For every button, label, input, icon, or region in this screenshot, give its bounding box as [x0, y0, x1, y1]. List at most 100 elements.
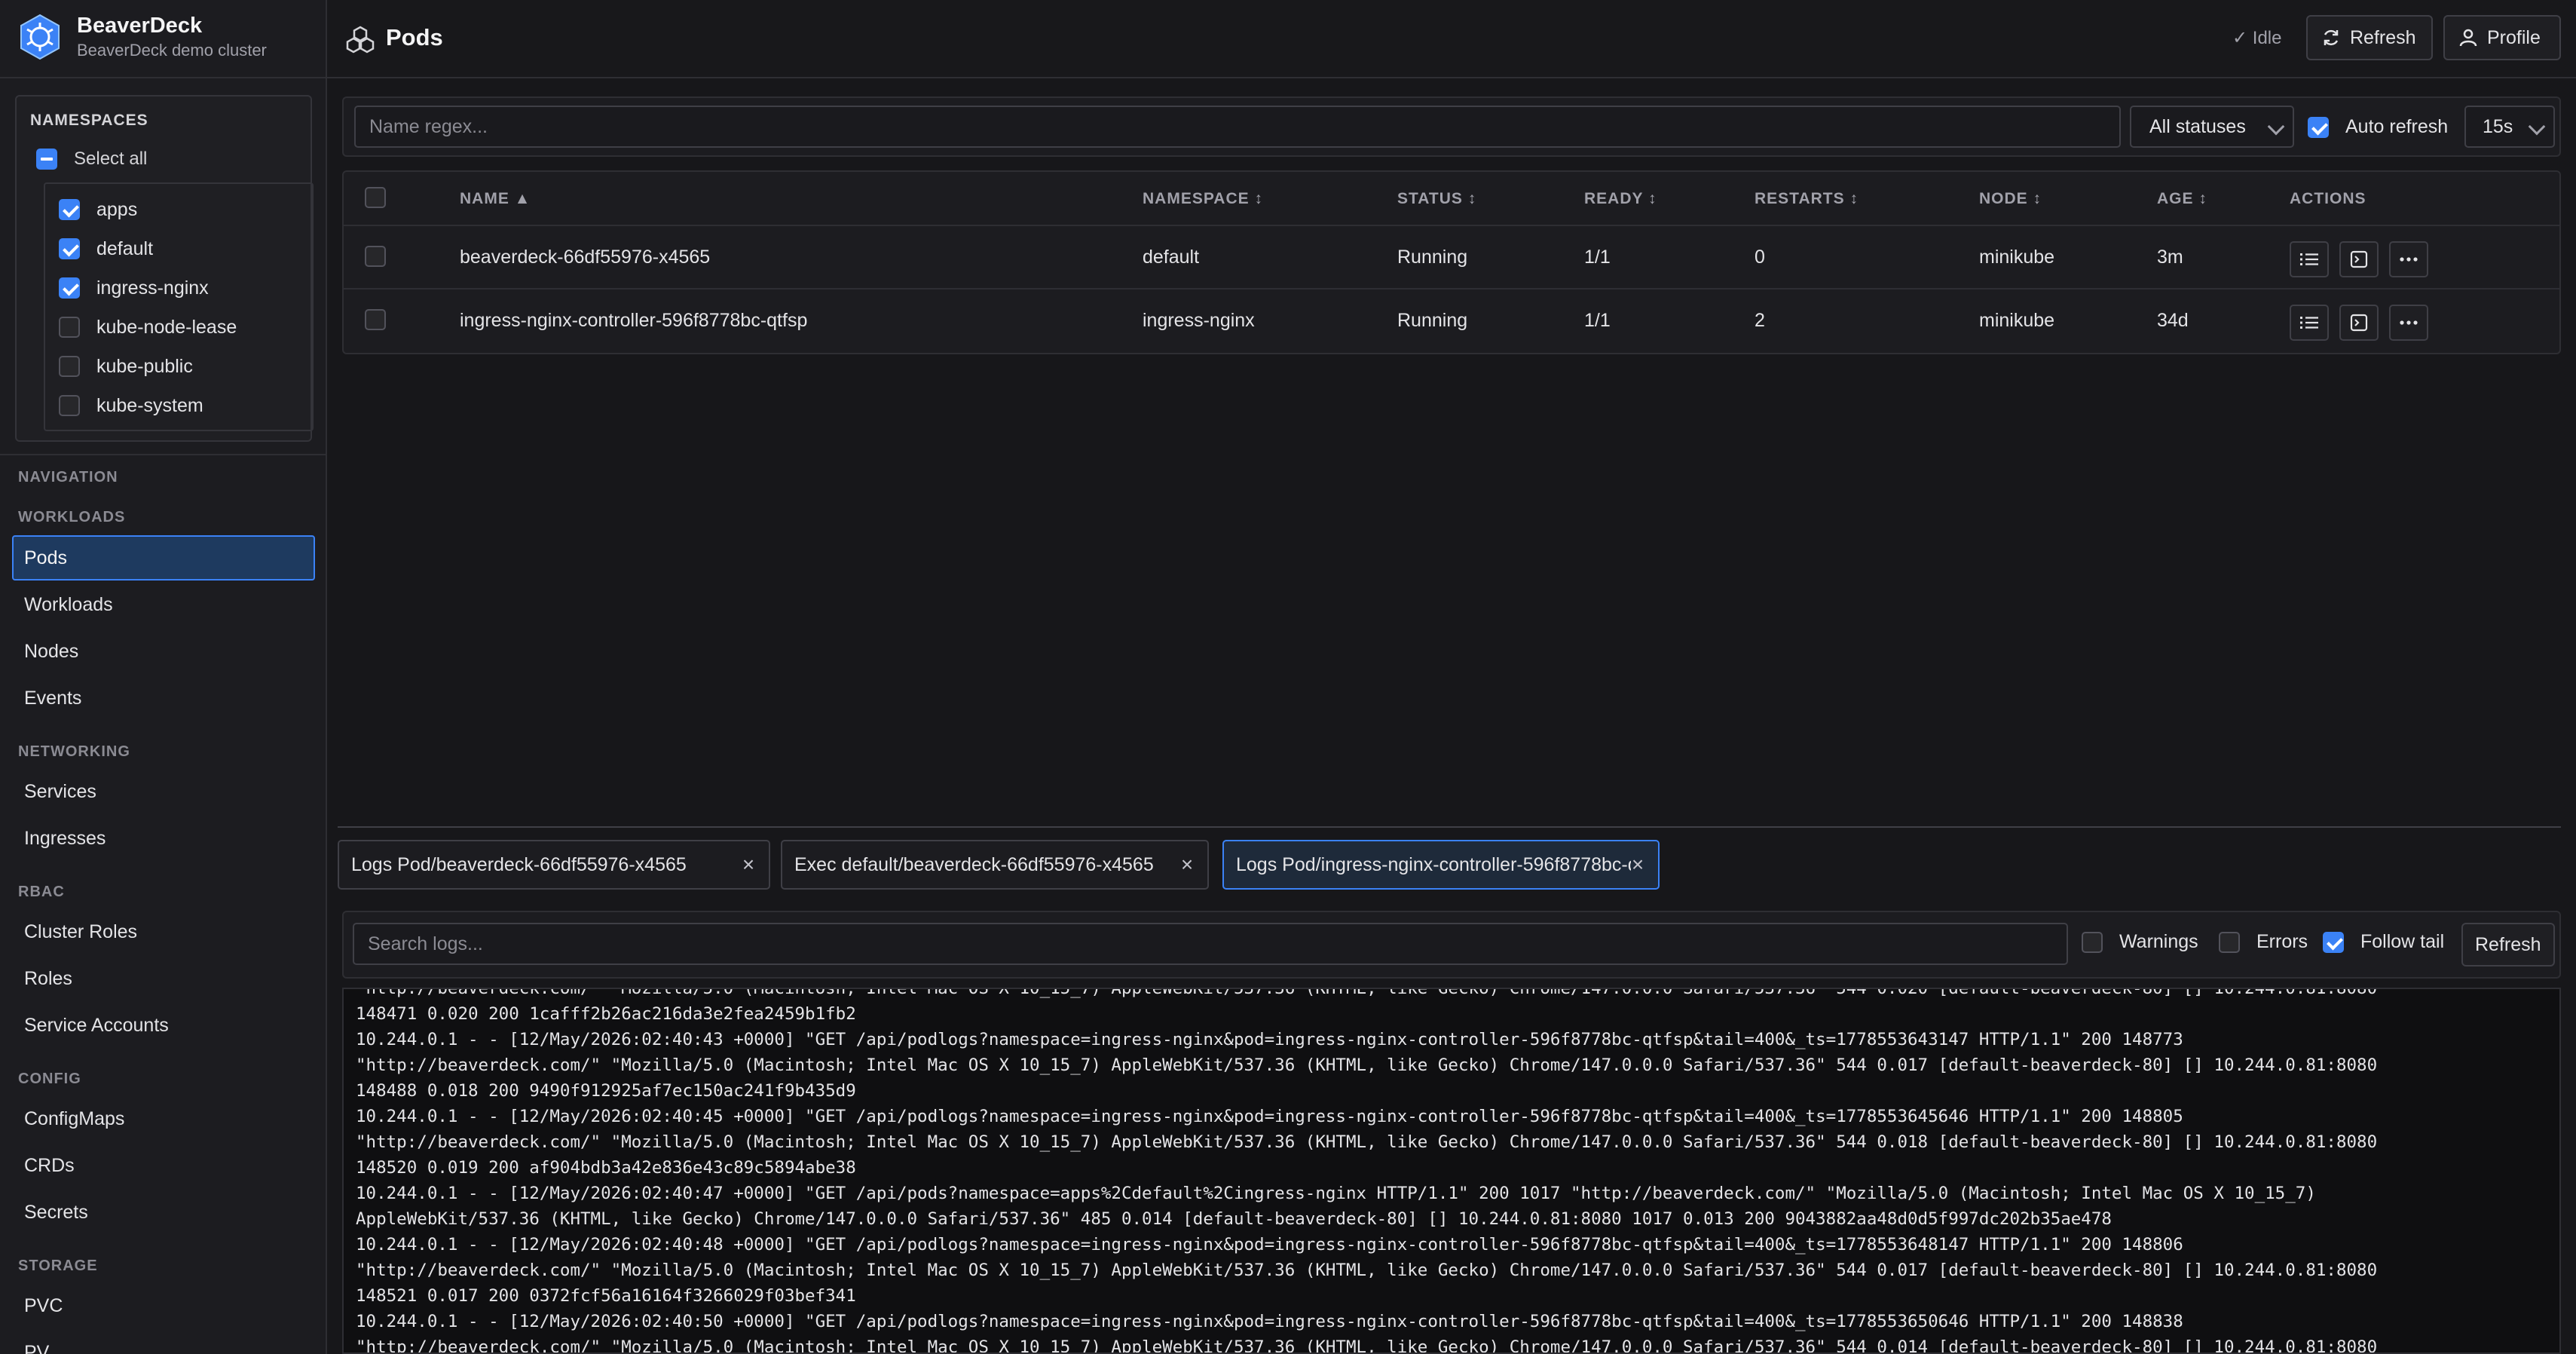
refresh-interval-select[interactable]: 15s	[2464, 106, 2555, 148]
row-checkbox[interactable]	[365, 309, 386, 330]
sidebar-item-nodes[interactable]: Nodes	[24, 641, 78, 663]
brand-name: BeaverDeck	[77, 14, 203, 38]
pod-filter-bar: All statuses Auto refresh 15s	[342, 96, 2561, 157]
namespace-label: kube-node-lease	[96, 316, 237, 338]
sidebar-item-secrets[interactable]: Secrets	[24, 1202, 88, 1224]
column-status[interactable]: STATUS ↕	[1397, 190, 1476, 208]
refresh-logs-button[interactable]: Refresh	[2461, 923, 2555, 966]
namespace-item-default[interactable]: default	[59, 234, 153, 264]
profile-button[interactable]: Profile	[2443, 15, 2561, 60]
namespace-item-kube-node-lease[interactable]: kube-node-lease	[59, 312, 237, 342]
warnings-checkbox[interactable]	[2082, 931, 2103, 953]
sidebar-item-pvc[interactable]: PVC	[24, 1295, 63, 1317]
nav-section-workloads: WORKLOADS	[18, 509, 126, 525]
follow-tail-checkbox[interactable]	[2323, 931, 2344, 953]
sidebar-item-crds[interactable]: CRDs	[24, 1155, 75, 1177]
terminal-icon	[2350, 314, 2368, 332]
panel-resize-handle[interactable]	[338, 826, 2561, 828]
namespace-checkbox[interactable]	[59, 277, 80, 299]
namespace-item-kube-public[interactable]: kube-public	[59, 351, 193, 381]
errors-filter[interactable]: Errors	[2219, 931, 2308, 953]
errors-checkbox[interactable]	[2219, 931, 2240, 953]
sidebar-item-services[interactable]: Services	[24, 781, 96, 803]
log-line: "http://beaverdeck.com/" "Mozilla/5.0 (M…	[356, 988, 2378, 998]
column-ready[interactable]: READY ↕	[1584, 190, 1657, 208]
table-row[interactable]: beaverdeck-66df55976-x4565 default Runni…	[344, 226, 2559, 289]
exec-button[interactable]	[2339, 241, 2379, 277]
pod-namespace: default	[1143, 247, 1200, 268]
namespace-item-kube-system[interactable]: kube-system	[59, 391, 203, 421]
namespace-label: kube-public	[96, 355, 193, 377]
logs-button[interactable]	[2290, 241, 2329, 277]
namespace-item-ingress-nginx[interactable]: ingress-nginx	[59, 273, 209, 303]
namespace-label: ingress-nginx	[96, 277, 209, 299]
namespace-filter: NAMESPACES Select all apps default ingre…	[15, 95, 314, 442]
sidebar-item-events[interactable]: Events	[24, 688, 81, 709]
namespace-checkbox[interactable]	[59, 238, 80, 259]
follow-tail-toggle[interactable]: Follow tail	[2323, 931, 2444, 953]
namespace-checkbox[interactable]	[59, 199, 80, 220]
column-node[interactable]: NODE ↕	[1979, 190, 2042, 208]
select-all-rows-checkbox[interactable]	[365, 187, 386, 208]
auto-refresh-toggle[interactable]: Auto refresh	[2308, 116, 2448, 138]
more-actions-button[interactable]	[2389, 241, 2428, 277]
refresh-icon	[2324, 29, 2339, 46]
table-header: NAME ▲ NAMESPACE ↕ STATUS ↕ READY ↕ REST…	[344, 172, 2559, 226]
row-checkbox[interactable]	[365, 246, 386, 267]
pod-name[interactable]: ingress-nginx-controller-596f8778bc-qtfs…	[460, 310, 807, 332]
nav-section-storage: STORAGE	[18, 1258, 98, 1274]
status-select[interactable]: All statuses	[2130, 106, 2294, 148]
sidebar-item-workloads[interactable]: Workloads	[24, 594, 113, 616]
sidebar-item-ingresses[interactable]: Ingresses	[24, 828, 106, 850]
sidebar-item-configmaps[interactable]: ConfigMaps	[24, 1108, 124, 1130]
tab-exec-beaverdeck[interactable]: Exec default/beaverdeck-66df55976-x4565 …	[781, 840, 1209, 890]
tab-logs-ingress-nginx[interactable]: Logs Pod/ingress-nginx-controller-596f87…	[1222, 840, 1660, 890]
tab-label: Exec default/beaverdeck-66df55976-x4565	[794, 853, 1154, 875]
divider	[0, 454, 326, 455]
follow-tail-label: Follow tail	[2360, 931, 2445, 952]
refresh-button[interactable]: Refresh	[2306, 15, 2433, 60]
sidebar-item-pods[interactable]: Pods	[12, 535, 315, 581]
select-all-checkbox[interactable]	[36, 149, 57, 170]
sidebar-item-pv[interactable]: PV	[24, 1342, 49, 1354]
namespace-checkbox[interactable]	[59, 317, 80, 338]
pod-restarts: 2	[1755, 310, 1765, 331]
close-icon[interactable]: ×	[1626, 853, 1649, 876]
warnings-filter[interactable]: Warnings	[2082, 931, 2198, 953]
log-line: 10.244.0.1 - - [12/May/2026:02:40:48 +00…	[356, 1235, 2183, 1254]
pod-name[interactable]: beaverdeck-66df55976-x4565	[460, 247, 710, 268]
pod-status: Running	[1397, 310, 1468, 331]
pods-icon	[346, 26, 375, 54]
column-name[interactable]: NAME ▲	[460, 190, 531, 208]
pod-status: Running	[1397, 247, 1468, 268]
namespaces-title: NAMESPACES	[30, 112, 148, 129]
column-namespace[interactable]: NAMESPACE ↕	[1143, 190, 1263, 208]
column-age[interactable]: AGE ↕	[2157, 190, 2207, 208]
list-icon	[2300, 317, 2318, 329]
column-restarts[interactable]: RESTARTS ↕	[1755, 190, 1859, 208]
table-row[interactable]: ingress-nginx-controller-596f8778bc-qtfs…	[344, 289, 2559, 353]
more-actions-button[interactable]	[2389, 305, 2428, 341]
namespace-item-apps[interactable]: apps	[59, 195, 137, 225]
nav-section-config: CONFIG	[18, 1071, 81, 1087]
exec-button[interactable]	[2339, 305, 2379, 341]
namespace-label: kube-system	[96, 394, 203, 416]
namespace-checkbox[interactable]	[59, 395, 80, 416]
name-regex-input[interactable]	[354, 106, 2121, 148]
log-line: 10.244.0.1 - - [12/May/2026:02:40:45 +00…	[356, 1107, 2183, 1126]
pod-restarts: 0	[1755, 247, 1765, 268]
search-logs-input[interactable]	[353, 923, 2068, 965]
log-output[interactable]: "http://beaverdeck.com/" "Mozilla/5.0 (M…	[342, 988, 2561, 1354]
auto-refresh-checkbox[interactable]	[2308, 116, 2329, 138]
close-icon[interactable]: ×	[737, 853, 760, 876]
sidebar-item-service-accounts[interactable]: Service Accounts	[24, 1015, 169, 1037]
log-line: "http://beaverdeck.com/" "Mozilla/5.0 (M…	[356, 1337, 2378, 1354]
close-icon[interactable]: ×	[1176, 853, 1198, 876]
logs-button[interactable]	[2290, 305, 2329, 341]
sidebar-item-cluster-roles[interactable]: Cluster Roles	[24, 921, 137, 943]
sidebar-item-roles[interactable]: Roles	[24, 968, 72, 990]
namespace-checkbox[interactable]	[59, 356, 80, 377]
select-all-namespaces[interactable]: Select all	[36, 146, 147, 172]
select-all-label: Select all	[74, 149, 148, 169]
tab-logs-beaverdeck[interactable]: Logs Pod/beaverdeck-66df55976-x4565 ×	[338, 840, 770, 890]
